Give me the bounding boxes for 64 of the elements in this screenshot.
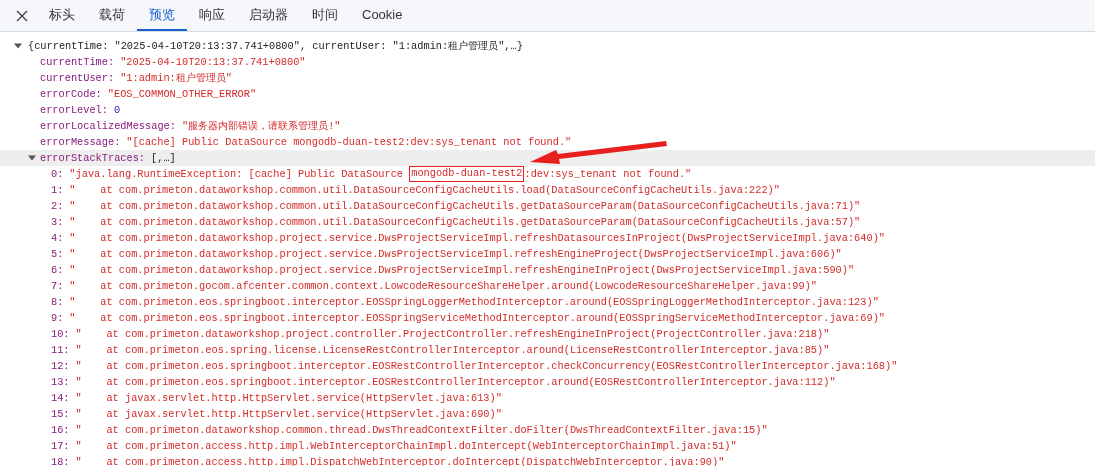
tab[interactable]: 标头 <box>37 0 87 31</box>
property-key: errorMessage: <box>40 134 121 150</box>
tab[interactable]: 预览 <box>137 0 187 31</box>
tab[interactable]: Cookie <box>350 0 415 31</box>
string-value: "2025-04-10T20:13:37.741+0800" <box>120 55 306 70</box>
expand-caret-icon[interactable] <box>28 154 36 162</box>
array-index: 17: <box>51 439 70 454</box>
array-index: 14: <box>51 391 70 406</box>
tab[interactable]: 启动器 <box>237 0 300 31</box>
array-index: 12: <box>51 359 70 374</box>
tab[interactable]: 时间 <box>300 0 350 31</box>
expand-caret-icon[interactable] <box>14 42 22 50</box>
property-key: errorCode: <box>40 86 102 102</box>
string-value: " at com.primeton.dataworkshop.project.service.DwsProjectServiceImpl.refreshDatasourcesInProject(DwsProjectServiceImpl.java:640)" <box>69 231 885 246</box>
string-value: " at com.primeton.eos.spring.license.LicenseRestControllerInterceptor.around(LicenseRestControllerInterceptor.java:85)" <box>75 343 830 358</box>
string-value: "[cache] Public DataSource mongodb-duan-test2:dev:sys_tenant not found." <box>126 135 572 150</box>
string-value: " at com.primeton.dataworkshop.project.service.DwsProjectServiceImpl.refreshEngineInProject(DwsProjectServiceImpl.java:590)" <box>69 263 855 278</box>
property-key: errorLocalizedMessage: <box>40 118 176 134</box>
property-key: errorStackTraces: <box>40 150 146 166</box>
string-value: " at com.primeton.eos.springboot.interceptor.EOSSpringServiceMethodInterceptor.around(EOSSpringServiceMethodInterceptor.java:69)" <box>69 311 885 326</box>
array-index: 7: <box>51 279 64 294</box>
array-index: 3: <box>51 215 64 230</box>
array-index: 8: <box>51 295 64 310</box>
string-value: " at com.primeton.gocom.afcenter.common.context.LowcodeResourceShareHelper.around(LowcodeResourceShareHelper.java:99)" <box>69 279 818 294</box>
array-index: 13: <box>51 375 70 390</box>
number-value: 0 <box>114 103 121 118</box>
string-value: " at com.primeton.access.http.impl.WebInterceptorChainImpl.doIntercept(WebInterceptorChainImpl.java:51)" <box>75 439 737 454</box>
string-value: "服务器内部错误，请联系管理员!" <box>181 119 341 134</box>
array-index: 2: <box>51 199 64 214</box>
string-value: " at com.primeton.dataworkshop.common.util.DataSourceConfigCacheUtils.getDataSourceParam(DataSourceConfigCacheUtils.java:57)" <box>69 215 861 230</box>
string-value: "1:admin:租户管理员" <box>120 71 232 86</box>
string-value: :dev:sys_tenant not found." <box>524 167 692 182</box>
array-index: 15: <box>51 407 70 422</box>
highlight-box: mongodb-duan-test2 <box>409 166 525 182</box>
string-value: " at javax.servlet.http.HttpServlet.service(HttpServlet.java:613)" <box>75 391 502 406</box>
array-index: 16: <box>51 423 70 438</box>
tab[interactable]: 载荷 <box>87 0 137 31</box>
array-index: 1: <box>51 183 64 198</box>
property-key: currentUser: <box>40 70 115 86</box>
string-value: " at com.primeton.eos.springboot.interceptor.EOSSpringLoggerMethodInterceptor.around(EOSSpringLoggerMethodInterceptor.java:123)" <box>69 295 879 310</box>
array-index: 10: <box>51 327 70 342</box>
array-index: 6: <box>51 263 64 278</box>
string-value: " at com.primeton.dataworkshop.common.util.DataSourceConfigCacheUtils.getDataSourceParam(DataSourceConfigCacheUtils.java:71)" <box>69 199 861 214</box>
array-index: 9: <box>51 311 64 326</box>
string-value: " at com.primeton.dataworkshop.project.service.DwsProjectServiceImpl.refreshEngineProject(DwsProjectServiceImpl.java:606)" <box>69 247 842 262</box>
array-index: 18: <box>51 455 70 466</box>
tab[interactable]: 响应 <box>187 0 237 31</box>
array-index: 11: <box>51 343 70 358</box>
array-index: 5: <box>51 247 64 262</box>
string-value: "EOS_COMMON_OTHER_ERROR" <box>107 87 257 102</box>
string-value: " at com.primeton.dataworkshop.project.controller.ProjectController.refreshEngineInProject(ProjectController.java:218)" <box>75 327 830 342</box>
property-key: errorLevel: <box>40 102 108 118</box>
string-value: " at com.primeton.eos.springboot.interceptor.EOSRestControllerInterceptor.checkConcurrency(EOSRestControllerInterceptor.java:168)" <box>75 359 898 374</box>
property-key: currentTime: <box>40 54 115 70</box>
array-summary: [,…] <box>151 151 176 166</box>
close-icon <box>16 9 28 22</box>
string-value: " at javax.servlet.http.HttpServlet.service(HttpServlet.java:690)" <box>75 407 502 422</box>
array-index: 4: <box>51 231 64 246</box>
string-value: " at com.primeton.eos.springboot.interceptor.EOSRestControllerInterceptor.around(EOSRestControllerInterceptor.java:112)" <box>75 375 836 390</box>
string-value: " at com.primeton.dataworkshop.common.thread.DwsThreadContextFilter.doFilter(DwsThreadContextFilter.java:15)" <box>75 423 768 438</box>
string-value: " at com.primeton.dataworkshop.common.util.DataSourceConfigCacheUtils.load(DataSourceConfigCacheUtils.java:222)" <box>69 183 780 198</box>
string-value: "java.lang.RuntimeException: [cache] Public DataSource <box>69 167 405 182</box>
array-index: 0: <box>51 167 64 182</box>
object-summary: {currentTime: "2025-04-10T20:13:37.741+0800", currentUser: "1:admin:租户管理员",…} <box>28 39 523 54</box>
